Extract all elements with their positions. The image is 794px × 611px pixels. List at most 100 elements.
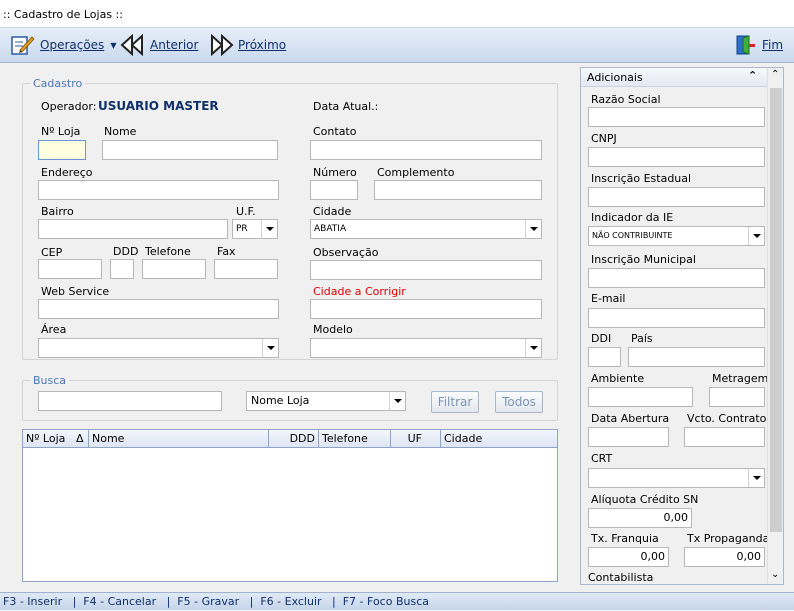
inscricao-municipal-input[interactable] — [588, 268, 765, 288]
cnpj-input[interactable] — [588, 147, 765, 167]
indicador-ie-label: Indicador da IE — [591, 211, 674, 224]
operacoes-label: Operações — [40, 38, 105, 52]
aliquota-label: Alíquota Crédito SN — [591, 493, 699, 506]
inscricao-municipal-label: Inscrição Municipal — [591, 253, 696, 266]
proximo-button[interactable]: Próximo — [208, 34, 286, 56]
lojas-grid[interactable]: Nº Loja Δ Nome DDD Telefone UF Cidade — [22, 429, 558, 582]
crt-select[interactable] — [588, 468, 765, 488]
chevron-down-icon — [525, 339, 541, 357]
indicador-ie-value: NÃO CONTRIBUINTE — [592, 231, 673, 240]
ambiente-input[interactable] — [588, 387, 693, 407]
exit-icon — [736, 35, 755, 55]
nome-input[interactable] — [102, 140, 278, 160]
area-select[interactable] — [38, 338, 279, 358]
cidade-select[interactable]: ABATIA — [310, 219, 542, 239]
fax-input[interactable] — [214, 259, 278, 279]
scrollbar-thumb[interactable] — [770, 88, 782, 532]
anterior-button[interactable]: Anterior — [120, 34, 198, 56]
operacoes-button[interactable]: Operações ▼ — [10, 34, 116, 56]
tx-franquia-input[interactable]: 0,00 — [588, 547, 669, 567]
column-header-ddd[interactable]: DDD — [269, 430, 319, 447]
next-icon — [211, 34, 234, 56]
grid-header: Nº Loja Δ Nome DDD Telefone UF Cidade — [23, 430, 557, 448]
proximo-label: Próximo — [238, 38, 287, 52]
vcto-contrato-input[interactable] — [684, 427, 765, 447]
busca-campo-value: Nome Loja — [251, 394, 310, 407]
uf-value: PR — [236, 224, 248, 234]
adicionais-panel: Adicionais ⌃ Razão Social CNPJ Inscrição… — [580, 67, 784, 585]
inscricao-estadual-input[interactable] — [588, 187, 765, 207]
modelo-select[interactable] — [310, 338, 542, 358]
data-abertura-label: Data Abertura — [591, 412, 670, 425]
busca-campo-select[interactable]: Nome Loja — [246, 391, 406, 411]
cep-label: CEP — [41, 246, 63, 259]
column-header-cidade[interactable]: Cidade — [441, 430, 557, 447]
scroll-down-icon[interactable]: ⌄ — [771, 569, 779, 580]
tx-propaganda-label: Tx Propaganda — [687, 532, 770, 545]
collapse-icon[interactable]: ⌃ — [748, 69, 757, 82]
telefone-label: Telefone — [145, 245, 191, 258]
inscricao-estadual-label: Inscrição Estadual — [591, 172, 692, 185]
indicador-ie-select[interactable]: NÃO CONTRIBUINTE — [588, 226, 765, 246]
aliquota-input[interactable]: 0,00 — [588, 508, 692, 528]
cidade-value: ABATIA — [314, 224, 347, 234]
column-header-uf[interactable]: UF — [391, 430, 441, 447]
adicionais-header[interactable]: Adicionais ⌃ — [581, 68, 767, 87]
nome-label: Nome — [104, 125, 137, 138]
email-label: E-mail — [591, 292, 626, 305]
telefone-input[interactable] — [142, 259, 206, 279]
fim-button[interactable]: Fim — [734, 34, 783, 56]
complemento-input[interactable] — [374, 180, 542, 200]
modelo-label: Modelo — [313, 323, 353, 336]
fax-label: Fax — [217, 245, 236, 258]
scroll-up-icon[interactable]: ⌃ — [771, 69, 779, 80]
bairro-input[interactable] — [38, 219, 228, 239]
chevron-down-icon — [262, 339, 278, 357]
webservice-input[interactable] — [38, 299, 279, 319]
window-title: :: Cadastro de Lojas :: — [3, 8, 123, 21]
column-header-telefone[interactable]: Telefone — [319, 430, 391, 447]
operador-label: Operador: — [41, 100, 97, 113]
chevron-down-icon — [389, 392, 405, 410]
adicionais-content: Adicionais ⌃ Razão Social CNPJ Inscrição… — [581, 68, 770, 584]
cep-input[interactable] — [38, 259, 102, 279]
toolbar: Operações ▼ Anterior Próximo Fim — [0, 28, 794, 63]
cidade-corrigir-label: Cidade a Corrigir — [313, 285, 406, 298]
area-label: Área — [41, 323, 67, 336]
window-title-bar: :: Cadastro de Lojas :: — [0, 0, 794, 28]
nloja-input[interactable] — [38, 140, 86, 160]
status-bar: F3 - Inserir | F4 - Cancelar | F5 - Grav… — [0, 592, 794, 610]
busca-input[interactable] — [38, 391, 222, 411]
ddi-input[interactable] — [588, 347, 621, 367]
adicionais-scrollbar[interactable]: ⌃ ⌄ — [767, 68, 783, 584]
crt-label: CRT — [591, 452, 613, 465]
pais-label: País — [631, 332, 653, 345]
filtrar-button[interactable]: Filtrar — [431, 391, 479, 413]
column-header-nome[interactable]: Nome — [89, 430, 269, 447]
ddd-label: DDD — [113, 245, 139, 258]
observacao-input[interactable] — [310, 260, 542, 280]
chevron-down-icon — [748, 227, 764, 245]
data-abertura-input[interactable] — [588, 427, 669, 447]
metragem-input[interactable] — [709, 387, 765, 407]
cadastro-legend: Cadastro — [30, 77, 86, 90]
pais-input[interactable] — [628, 347, 765, 367]
endereco-input[interactable] — [38, 180, 279, 200]
contabilista-label: Contabilista — [588, 571, 654, 584]
ddd-input[interactable] — [110, 259, 134, 279]
contato-input[interactable] — [310, 140, 542, 160]
numero-input[interactable] — [310, 180, 358, 200]
tx-propaganda-input[interactable]: 0,00 — [684, 547, 765, 567]
webservice-label: Web Service — [41, 285, 110, 298]
column-header-nloja[interactable]: Nº Loja Δ — [23, 430, 89, 447]
uf-select[interactable]: PR — [232, 219, 278, 239]
sort-ascending-icon: Δ — [76, 432, 84, 445]
vcto-contrato-label: Vcto. Contrato — [687, 412, 767, 425]
nloja-label: Nº Loja — [41, 125, 81, 138]
razao-social-input[interactable] — [588, 107, 765, 127]
cidade-corrigir-input[interactable] — [310, 299, 542, 319]
email-input[interactable] — [588, 308, 765, 328]
todos-button[interactable]: Todos — [495, 391, 543, 413]
ddi-label: DDI — [591, 332, 612, 345]
operador-value: USUARIO MASTER — [98, 99, 219, 113]
